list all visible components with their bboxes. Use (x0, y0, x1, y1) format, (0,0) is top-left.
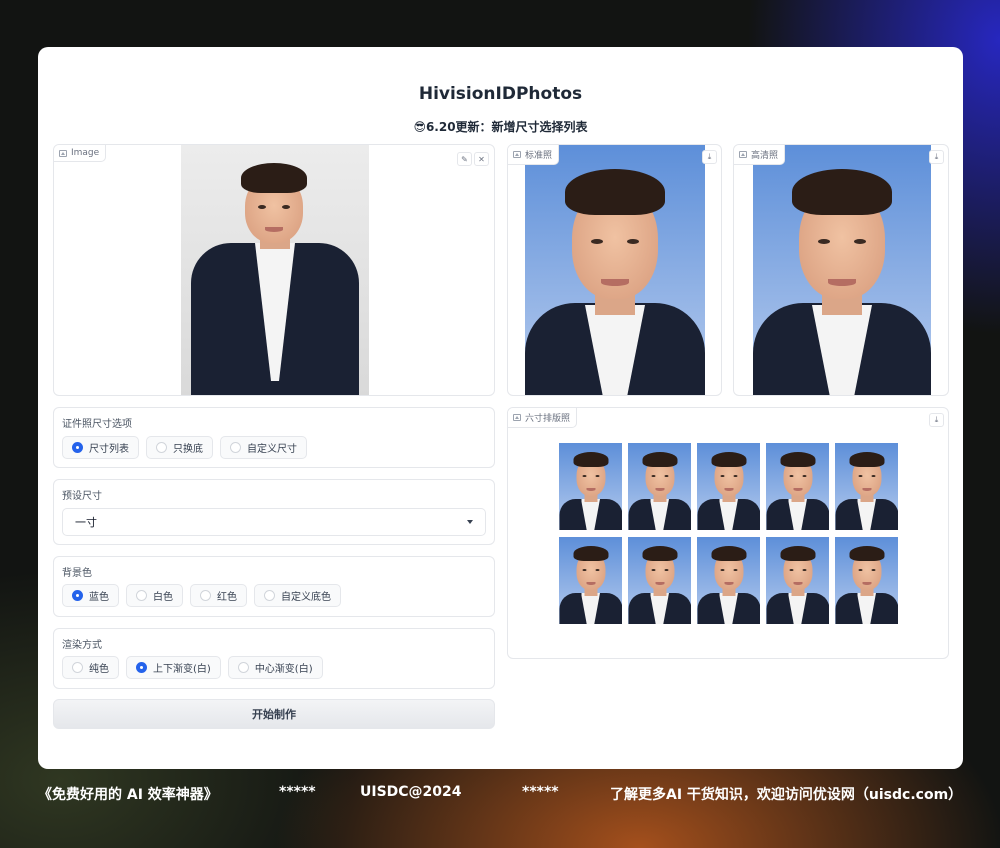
layout-thumb (835, 443, 898, 530)
footer-center-text: UISDC@2024 (360, 784, 462, 800)
radio-red[interactable]: 红色 (190, 584, 247, 607)
standard-photo-panel: 标准照 ⤓ (507, 144, 722, 396)
input-image-label: Image (54, 145, 107, 162)
footer-left-text: 《免费好用的 AI 效率神器》 (38, 787, 218, 803)
download-icon[interactable]: ⤓ (929, 150, 944, 164)
standard-photo-label: 标准照 (508, 145, 560, 165)
hd-photo-label: 高清照 (734, 145, 786, 165)
image-icon (513, 151, 521, 158)
layout-thumb (766, 443, 829, 530)
layout-thumb (835, 537, 898, 624)
radio-vertical-gradient[interactable]: 上下渐变(白) (126, 656, 221, 679)
layout-thumb (559, 537, 622, 624)
layout-thumb (628, 537, 691, 624)
radio-dot (136, 590, 147, 601)
subtitle-text: 6.20更新：新增尺寸选择列表 (425, 120, 588, 134)
input-image-panel[interactable]: Image ✎ ✕ (53, 144, 495, 396)
render-mode-group: 渲染方式 纯色 上下渐变(白) 中心渐变(白) (53, 628, 495, 689)
background-color-label: 背景色 (62, 568, 92, 579)
radio-dot (230, 442, 241, 453)
radio-blue[interactable]: 蓝色 (62, 584, 119, 607)
radio-custom-size[interactable]: 自定义尺寸 (220, 436, 307, 459)
radio-dot (156, 442, 167, 453)
app-title: HivisionIDPhotos (418, 84, 583, 104)
hd-photo-panel: 高清照 ⤓ (733, 144, 949, 396)
layout-thumb (697, 443, 760, 530)
layout-thumb (628, 443, 691, 530)
radio-dot (72, 662, 83, 673)
radio-dot (72, 590, 83, 601)
radio-size-list[interactable]: 尺寸列表 (62, 436, 139, 459)
input-image-label-text: Image (71, 148, 100, 158)
preset-size-group: 预设尺寸 一寸 (53, 479, 495, 545)
sunglasses-emoji-icon: 😎 (413, 120, 426, 134)
preset-size-value: 一寸 (75, 516, 97, 529)
preset-size-label: 预设尺寸 (62, 491, 102, 502)
close-icon[interactable]: ✕ (474, 152, 489, 166)
image-icon (59, 149, 67, 157)
radio-dot (264, 590, 275, 601)
size-options-group: 证件照尺寸选项 尺寸列表 只换底 自定义尺寸 (53, 407, 495, 468)
app-subtitle: 😎6.20更新：新增尺寸选择列表 (38, 118, 963, 135)
layout-photo-label: 六寸排版照 (508, 408, 578, 428)
uploaded-photo (181, 145, 369, 395)
size-options-label: 证件照尺寸选项 (62, 419, 132, 430)
render-mode-label: 渲染方式 (62, 640, 102, 651)
radio-custom-color[interactable]: 自定义底色 (254, 584, 341, 607)
footer-stars-left: ***** (279, 784, 316, 800)
layout-sheet (559, 443, 898, 625)
layout-thumb (766, 537, 829, 624)
start-button[interactable]: 开始制作 (53, 699, 495, 729)
radio-change-bg-only[interactable]: 只换底 (146, 436, 213, 459)
radio-dot (72, 442, 83, 453)
background-color-group: 背景色 蓝色 白色 红色 自定义底色 (53, 556, 495, 617)
radio-dot (237, 662, 249, 673)
image-icon (739, 151, 747, 158)
radio-dot (200, 590, 211, 601)
standard-photo (525, 145, 705, 395)
radio-center-gradient[interactable]: 中心渐变(白) (227, 656, 323, 679)
layout-thumb (697, 537, 760, 624)
radio-solid[interactable]: 纯色 (62, 656, 119, 679)
radio-white[interactable]: 白色 (126, 584, 183, 607)
footer-right-text: 了解更多AI 干货知识，欢迎访问优设网（uisdc.com） (610, 787, 963, 803)
download-icon[interactable]: ⤓ (702, 150, 717, 164)
preset-size-select[interactable]: 一寸 (62, 508, 486, 536)
chevron-down-icon (467, 520, 473, 524)
image-icon (513, 414, 521, 421)
footer-stars-right: ***** (522, 784, 559, 800)
download-icon[interactable]: ⤓ (929, 413, 944, 427)
pencil-icon[interactable]: ✎ (457, 152, 472, 166)
app-window: HivisionIDPhotos 😎6.20更新：新增尺寸选择列表 Image … (38, 47, 963, 769)
hd-photo (753, 145, 931, 395)
radio-dot (136, 662, 147, 673)
layout-photo-panel: 六寸排版照 ⤓ (507, 407, 949, 659)
layout-thumb (559, 443, 622, 530)
